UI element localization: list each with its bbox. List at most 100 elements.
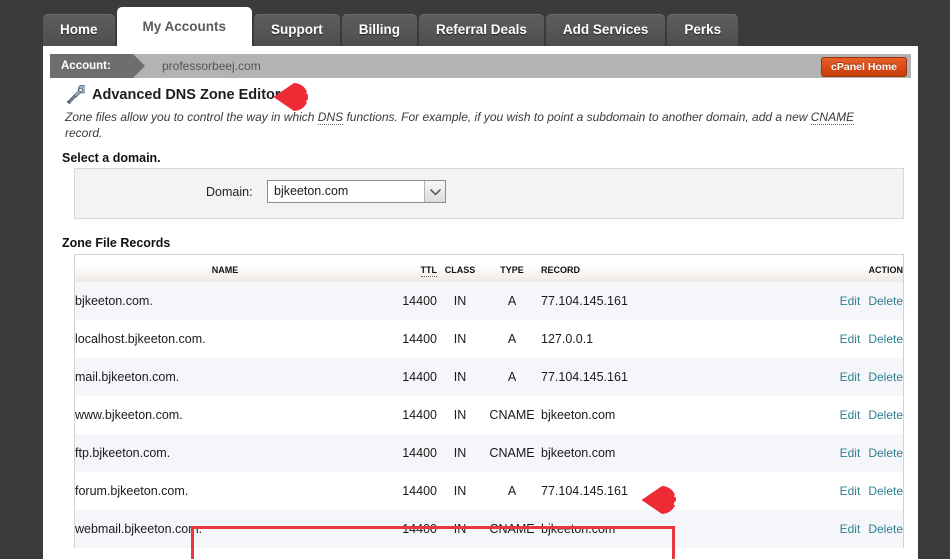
cell-class: IN [437, 282, 483, 320]
breadcrumb-account-domain: professorbeej.com [162, 54, 261, 78]
edit-link[interactable]: Edit [840, 294, 861, 308]
cell-ttl: 14400 [375, 510, 437, 548]
tab-home[interactable]: Home [43, 14, 115, 46]
select-domain-heading: Select a domain. [62, 151, 161, 165]
tab-perks[interactable]: Perks [667, 14, 738, 46]
domain-select-value: bjkeeton.com [274, 181, 348, 202]
cell-name: ftp.bjkeeton.com. [75, 434, 375, 472]
tab-strip: Home My Accounts Support Billing Referra… [43, 7, 740, 46]
edit-link[interactable]: Edit [840, 332, 861, 346]
table-row: mail.bjkeeton.com.14400INA77.104.145.161… [75, 358, 903, 396]
edit-link[interactable]: Edit [840, 408, 861, 422]
column-header-record[interactable]: Record [541, 255, 781, 282]
cell-type: A [483, 320, 541, 358]
cell-name: forum.bjkeeton.com. [75, 472, 375, 510]
column-header-action-label: Action [869, 262, 904, 276]
domain-field-label: Domain: [206, 185, 253, 199]
cell-ttl: 14400 [375, 396, 437, 434]
cell-type: CNAME [483, 510, 541, 548]
cell-class: IN [437, 434, 483, 472]
column-header-name-label: Name [212, 262, 239, 276]
column-header-ttl[interactable]: TTL [375, 255, 437, 282]
table-row: bjkeeton.com.14400INA77.104.145.161EditD… [75, 282, 903, 320]
cell-class: IN [437, 320, 483, 358]
column-header-record-label: Record [541, 262, 580, 276]
table-row: www.bjkeeton.com.14400INCNAMEbjkeeton.co… [75, 396, 903, 434]
tab-add-services[interactable]: Add Services [546, 14, 666, 46]
page-title-row: Advanced DNS Zone Editor [65, 85, 281, 105]
cell-action: Edit Delete [781, 320, 903, 358]
delete-link[interactable]: Delete [868, 446, 903, 460]
table-header: Name TTL Class Type Record Action [75, 255, 903, 282]
cell-type: CNAME [483, 396, 541, 434]
cell-type: A [483, 282, 541, 320]
chevron-down-icon[interactable] [424, 181, 445, 202]
page-description: Zone files allow you to control the way … [65, 109, 885, 141]
delete-link[interactable]: Delete [868, 332, 903, 346]
column-header-action[interactable]: Action [781, 255, 903, 282]
cell-record: 77.104.145.161 [541, 358, 781, 396]
zone-file-records-heading: Zone File Records [62, 236, 170, 250]
table-header-row: Name TTL Class Type Record Action [75, 255, 903, 282]
cell-action: Edit Delete [781, 358, 903, 396]
description-part-1: Zone files allow you to control the way … [65, 110, 318, 124]
cell-ttl: 14400 [375, 320, 437, 358]
cell-ttl: 14400 [375, 282, 437, 320]
cell-action: Edit Delete [781, 396, 903, 434]
tab-billing[interactable]: Billing [342, 14, 417, 46]
cell-class: IN [437, 472, 483, 510]
edit-link[interactable]: Edit [840, 370, 861, 384]
cell-name: webmail.bjkeeton.com. [75, 510, 375, 548]
cell-action: Edit Delete [781, 510, 903, 548]
cell-ttl: 14400 [375, 434, 437, 472]
zone-file-records-table-wrapper: Name TTL Class Type Record Action bjkeet… [74, 254, 904, 548]
cell-type: CNAME [483, 434, 541, 472]
dns-abbr: DNS [318, 110, 343, 125]
table-row: webmail.bjkeeton.com.14400INCNAMEbjkeeto… [75, 510, 903, 548]
edit-link[interactable]: Edit [840, 446, 861, 460]
delete-link[interactable]: Delete [868, 484, 903, 498]
description-part-3: record. [65, 126, 102, 140]
table-row: forum.bjkeeton.com.14400INA77.104.145.16… [75, 472, 903, 510]
cell-ttl: 14400 [375, 358, 437, 396]
cell-name: www.bjkeeton.com. [75, 396, 375, 434]
edit-link[interactable]: Edit [840, 522, 861, 536]
column-header-type-label: Type [500, 262, 524, 276]
tab-support[interactable]: Support [254, 14, 340, 46]
breadcrumb-account-label: Account: [50, 54, 133, 78]
edit-link[interactable]: Edit [840, 484, 861, 498]
cell-record: bjkeeton.com [541, 396, 781, 434]
cell-type: A [483, 358, 541, 396]
cell-name: mail.bjkeeton.com. [75, 358, 375, 396]
account-breadcrumb-bar: Account: professorbeej.com cPanel Home [50, 54, 911, 78]
column-header-type[interactable]: Type [483, 255, 541, 282]
top-navigation-bar: Home My Accounts Support Billing Referra… [0, 0, 950, 46]
cell-name: bjkeeton.com. [75, 282, 375, 320]
column-header-ttl-label: TTL [421, 262, 438, 277]
cell-type: A [483, 472, 541, 510]
cell-action: Edit Delete [781, 434, 903, 472]
zone-file-records-table: Name TTL Class Type Record Action bjkeet… [75, 255, 903, 548]
cell-class: IN [437, 510, 483, 548]
delete-link[interactable]: Delete [868, 408, 903, 422]
delete-link[interactable]: Delete [868, 370, 903, 384]
column-header-class[interactable]: Class [437, 255, 483, 282]
table-row: ftp.bjkeeton.com.14400INCNAMEbjkeeton.co… [75, 434, 903, 472]
cell-record: 127.0.0.1 [541, 320, 781, 358]
cell-class: IN [437, 358, 483, 396]
tab-my-accounts[interactable]: My Accounts [117, 7, 253, 46]
cname-abbr: CNAME [811, 110, 854, 125]
delete-link[interactable]: Delete [868, 294, 903, 308]
cell-action: Edit Delete [781, 282, 903, 320]
dns-zone-editor-icon [65, 85, 85, 105]
table-body: bjkeeton.com.14400INA77.104.145.161EditD… [75, 282, 903, 548]
page-title: Advanced DNS Zone Editor [92, 87, 281, 103]
domain-selection-panel: Domain: bjkeeton.com [74, 168, 904, 219]
description-part-2: functions. For example, if you wish to p… [343, 110, 811, 124]
cpanel-home-button[interactable]: cPanel Home [821, 57, 907, 77]
column-header-name[interactable]: Name [75, 255, 375, 282]
tab-referral-deals[interactable]: Referral Deals [419, 14, 544, 46]
delete-link[interactable]: Delete [868, 522, 903, 536]
column-header-class-label: Class [445, 262, 476, 276]
domain-select[interactable]: bjkeeton.com [267, 180, 446, 203]
